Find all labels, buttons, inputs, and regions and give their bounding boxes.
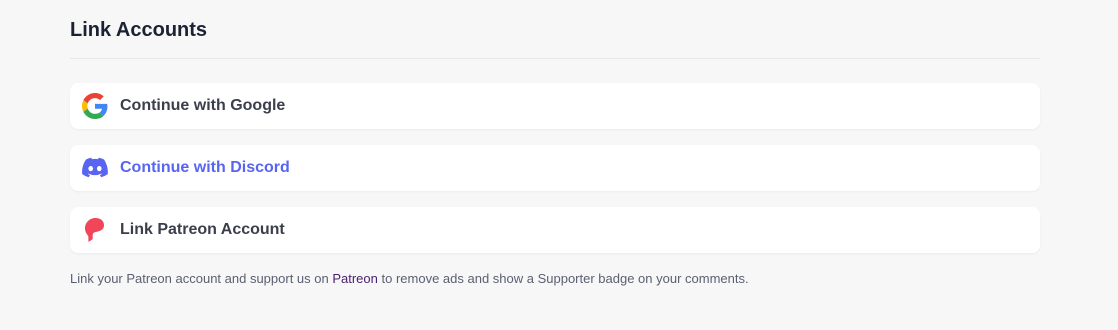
discord-icon [82,155,108,181]
section-title: Link Accounts [70,19,208,41]
patreon-link[interactable]: Patreon [332,271,378,286]
google-icon [82,93,108,119]
patreon-note: Link your Patreon account and support us… [70,270,749,288]
note-text-before: Link your Patreon account and support us… [70,271,333,286]
link-patreon-account-button[interactable]: Link Patreon Account [70,207,1040,253]
patreon-icon [82,217,108,243]
page: Link Accounts Continue with Google Conti… [0,0,1118,330]
google-button-label: Continue with Google [120,97,286,114]
discord-button-label: Continue with Discord [120,159,290,176]
divider [70,58,1040,59]
continue-with-discord-button[interactable]: Continue with Discord [70,145,1040,191]
patreon-button-label: Link Patreon Account [120,221,285,238]
note-text-after: to remove ads and show a Supporter badge… [377,271,749,286]
continue-with-google-button[interactable]: Continue with Google [70,83,1040,129]
